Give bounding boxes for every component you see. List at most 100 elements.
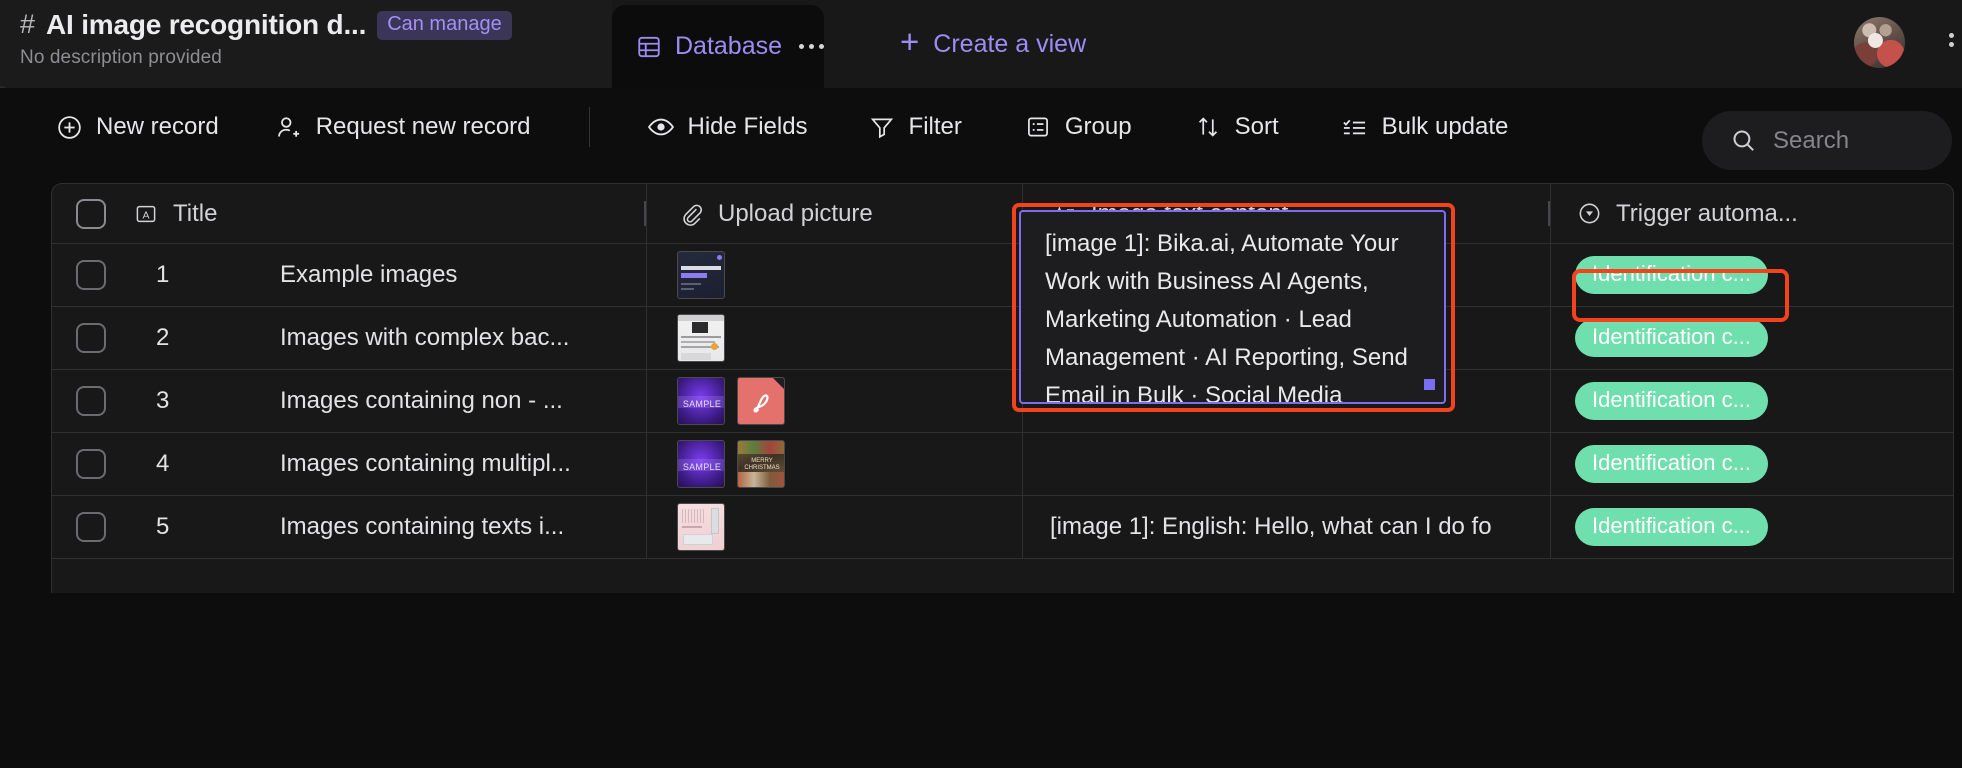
sort-button[interactable]: Sort [1194,88,1279,166]
toolbar-divider [588,107,590,147]
select-circle-icon [1575,200,1603,228]
cell-upload-picture[interactable]: SAMPLE MERRY CHRISTMAS [647,433,1023,495]
grid-toolbar: New record Request new record Hide Field… [0,88,1962,166]
cell-image-text-content[interactable] [1023,433,1551,495]
table-row[interactable]: 5 Images containing texts i... [image 1]… [52,496,1953,559]
avatar[interactable] [1854,17,1905,68]
page-title: AI image recognition d... [46,9,367,40]
funnel-icon [868,113,896,141]
records-grid: A Title Upload picture Trigger automa...… [51,183,1954,593]
table-row[interactable]: 1 Example images Identification c... [52,244,1953,307]
hash-icon: # [20,8,36,39]
expanded-image-text-cell[interactable]: [image 1]: Bika.ai, Automate Your Work w… [1019,210,1446,404]
thumbnail-pdf-file-icon[interactable] [737,377,785,425]
row-checkbox[interactable] [52,244,130,306]
vertical-ellipsis-icon[interactable] [1949,33,1954,47]
row-checkbox[interactable] [52,307,130,369]
thumbnail-bika-dark-banner[interactable] [677,251,725,299]
column-header-upload-picture-label: Upload picture [718,199,873,227]
new-record-label: New record [96,113,219,140]
bulk-update-label: Bulk update [1381,113,1509,140]
status-badge[interactable]: Identification c... [1575,318,1768,358]
attachment-icon [677,200,705,228]
app-header: # AI image recognition d... Can manage N… [0,0,1962,88]
cell-upload-picture[interactable] [647,496,1023,558]
resize-handle[interactable] [1424,379,1435,390]
table-row[interactable]: 2 Images with complex bac... Identificat… [52,307,1953,370]
cell-trigger-automation[interactable]: Identification c... [1551,244,1953,306]
cell-upload-picture[interactable] [647,244,1023,306]
row-number: 2 [156,324,170,351]
ellipsis-icon[interactable] [799,44,825,49]
status-badge[interactable]: Identification c... [1575,507,1768,547]
row-number: 3 [156,387,170,414]
tab-database[interactable]: Database [612,5,825,88]
cell-trigger-automation[interactable]: Identification c... [1551,307,1953,369]
thumbnail-sample-purple-banner[interactable]: SAMPLE [677,440,725,488]
sort-label: Sort [1234,113,1279,140]
table-row[interactable]: 4 Images containing multipl... SAMPLE ME… [52,433,1953,496]
hide-fields-button[interactable]: Hide Fields [647,88,808,166]
status-badge[interactable]: Identification c... [1575,255,1768,295]
tab-database-label: Database [675,32,783,60]
create-view-button[interactable]: + Create a view [900,20,1086,68]
column-resize-handle[interactable] [1548,201,1550,226]
cell-title[interactable]: Images containing texts i... [250,496,647,558]
document-header: # AI image recognition d... Can manage N… [0,0,612,88]
cell-upload-picture[interactable]: SAMPLE [647,370,1023,432]
column-header-title[interactable]: A Title [136,184,647,243]
column-resize-handle[interactable] [644,201,646,226]
table-row[interactable]: 3 Images containing non - ... SAMPLE Ide… [52,370,1953,433]
sort-arrows-icon [1194,113,1222,141]
row-number: 4 [156,450,170,477]
thumbnail-sample-purple-banner[interactable]: SAMPLE [677,377,725,425]
cell-image-text-content[interactable]: [image 1]: English: Hello, what can I do… [1023,496,1551,558]
column-header-upload-picture[interactable]: Upload picture [647,184,1023,243]
new-record-button[interactable]: New record [55,88,219,166]
row-checkbox[interactable] [52,370,130,432]
group-button[interactable]: Group [1024,88,1132,166]
search-icon [1729,127,1757,155]
cell-trigger-automation[interactable]: Identification c... [1551,433,1953,495]
person-add-icon [275,113,303,141]
request-new-record-button[interactable]: Request new record [275,88,531,166]
cell-title[interactable]: Example images [250,244,647,306]
row-checkbox[interactable] [52,496,130,558]
grid-header-row: A Title Upload picture Trigger automa... [52,184,1953,244]
plus-circle-icon [55,113,83,141]
checklist-icon [1341,113,1369,141]
group-icon [1024,113,1052,141]
thumbnail-pink-chart-photo[interactable] [677,503,725,551]
bulk-update-button[interactable]: Bulk update [1341,88,1509,166]
search-placeholder: Search [1773,126,1850,154]
status-badge[interactable]: Identification c... [1575,381,1768,421]
search-input[interactable]: Search [1702,111,1952,170]
cell-title[interactable]: Images with complex bac... [250,307,647,369]
document-description: No description provided [20,47,222,68]
row-number: 5 [156,513,170,540]
permission-badge: Can manage [377,10,512,40]
column-header-trigger-automation[interactable]: Trigger automa... [1551,184,1953,243]
filter-button[interactable]: Filter [868,88,962,166]
row-checkbox[interactable] [52,433,130,495]
svg-text:A: A [142,209,149,221]
thumbnail-merry-christmas-photo[interactable]: MERRY CHRISTMAS [737,440,785,488]
column-header-trigger-automation-label: Trigger automa... [1616,199,1798,227]
cell-trigger-automation[interactable]: Identification c... [1551,370,1953,432]
create-view-label: Create a view [933,29,1087,58]
status-badge[interactable]: Identification c... [1575,444,1768,484]
filter-label: Filter [908,113,962,140]
cell-title[interactable]: Images containing non - ... [250,370,647,432]
row-number: 1 [156,261,170,288]
thumbnail-white-document-photo[interactable] [677,314,725,362]
select-all-checkbox[interactable] [52,184,130,243]
text-field-icon: A [132,200,160,228]
cell-upload-picture[interactable] [647,307,1023,369]
hide-fields-label: Hide Fields [687,113,808,140]
eye-icon [647,113,675,141]
column-header-title-label: Title [173,199,218,227]
cell-title[interactable]: Images containing multipl... [250,433,647,495]
cell-trigger-automation[interactable]: Identification c... [1551,496,1953,558]
group-label: Group [1064,113,1132,140]
plus-icon: + [900,22,920,60]
